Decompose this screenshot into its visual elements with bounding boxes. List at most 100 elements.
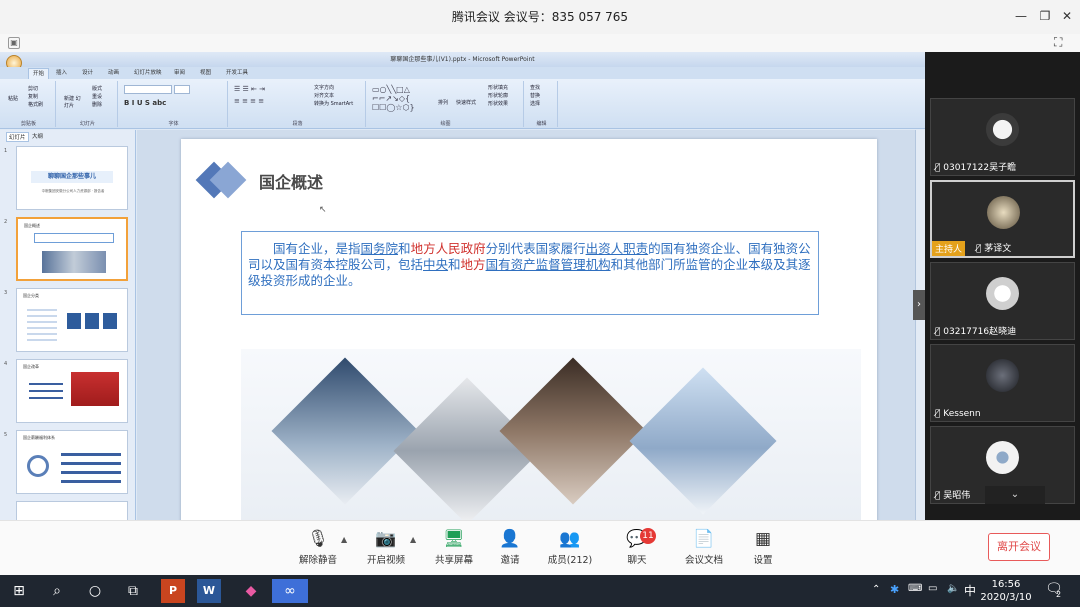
format-painter-button[interactable]: 格式刷	[28, 101, 43, 108]
tab-developer[interactable]: 开发工具	[222, 68, 252, 79]
taskbar-clock[interactable]: 16:56 2020/3/10	[980, 578, 1032, 604]
tencent-meeting-icon[interactable]: ∞	[272, 579, 308, 603]
shape-effects-button[interactable]: 形状效果	[488, 100, 508, 107]
quick-styles-button[interactable]: 快速样式	[456, 99, 476, 106]
restore-icon[interactable]: ❐	[1038, 9, 1052, 23]
thumbnail-photo	[71, 372, 119, 406]
tab-home[interactable]: 开始	[28, 68, 50, 79]
add-user-icon: 👤	[499, 529, 521, 549]
participant-tile[interactable]: 🎙̸ 03017122吴子瞻	[930, 98, 1075, 176]
scroll-down-icon[interactable]: ⌄	[985, 486, 1045, 504]
meeting-docs-button[interactable]: 📄 会议文档	[674, 529, 734, 566]
powerpoint-icon[interactable]: P	[161, 579, 185, 603]
shapes-gallery-icon[interactable]: ▭○╲╲□△ ⌐⌐↗↘◇{☐☐◯☆⬡}	[372, 85, 415, 112]
search-icon[interactable]: ⌕	[42, 579, 72, 603]
collapse-gallery-icon[interactable]: ›	[913, 290, 925, 320]
shape-fill-button[interactable]: 形状填充	[488, 84, 508, 91]
font-size-select[interactable]	[174, 85, 190, 94]
slide-thumbnail[interactable]	[16, 501, 128, 520]
replace-button[interactable]: 替换	[530, 92, 540, 99]
paste-button[interactable]: 粘贴	[8, 95, 18, 102]
participant-name-text: 茅译文	[984, 244, 1012, 254]
tray-app-icon[interactable]: ✱	[890, 583, 899, 596]
ime-indicator[interactable]: 中	[964, 582, 976, 599]
word-icon[interactable]: W	[197, 579, 221, 603]
ribbon-group-label: 绘图	[440, 121, 451, 127]
fullscreen-icon[interactable]: ⛶	[1054, 35, 1062, 50]
layout-button[interactable]: 版式	[92, 85, 102, 92]
ribbon-group-paragraph: ☰ ☰ ⇤ ⇥ ≡ ≡ ≡ ≡ 文字方向 对齐文本 转换为 SmartArt 段…	[230, 81, 366, 127]
cut-button[interactable]: 剪切	[28, 85, 38, 92]
video-options-icon[interactable]: ▲	[410, 535, 416, 544]
bullets-icon[interactable]: ☰ ☰ ⇤ ⇥	[234, 85, 265, 93]
participant-name: 🎙̸ 03217716赵晓迪	[935, 324, 1016, 337]
unmute-button[interactable]: 🎙 解除静音	[288, 529, 348, 566]
tray-expand-icon[interactable]: ⌃	[872, 584, 880, 595]
slide-scrollbar[interactable]	[915, 130, 925, 520]
pane-tab-outline[interactable]: 大纲	[32, 132, 43, 140]
align-text-button[interactable]: 对齐文本	[314, 92, 334, 99]
windows-start-icon[interactable]: ⊞	[4, 579, 34, 603]
cortana-icon[interactable]: ○	[80, 579, 110, 603]
tab-animation[interactable]: 动画	[104, 68, 123, 79]
participant-name: 🎙̸ Kessenn	[935, 409, 981, 419]
tab-design[interactable]: 设计	[78, 68, 97, 79]
bold-icon[interactable]: B I U S abc	[124, 99, 166, 107]
members-button[interactable]: 👥 成员(212)	[540, 529, 600, 566]
chat-button[interactable]: 💬 聊天	[607, 529, 667, 566]
slide-thumbnail[interactable]: 国企薪酬福利体系	[16, 430, 128, 494]
tab-insert[interactable]: 插入	[52, 68, 71, 79]
align-icon[interactable]: ≡ ≡ ≡ ≡	[234, 97, 264, 105]
delete-button[interactable]: 删除	[92, 101, 102, 108]
tray-network-icon[interactable]: ⌨	[908, 583, 922, 594]
share-screen-button[interactable]: 🖥 共享屏幕	[424, 529, 484, 566]
thumbnail-number: 1	[4, 148, 8, 154]
tab-slideshow[interactable]: 幻灯片放映	[130, 68, 166, 79]
tab-view[interactable]: 视图	[196, 68, 215, 79]
new-slide-button[interactable]: 新建 幻灯片	[64, 95, 84, 109]
ribbon-group-editing: 查找 替换 选择 编辑	[526, 81, 558, 127]
meeting-title: 腾讯会议 会议号：835 057 765	[451, 10, 629, 24]
app-icon[interactable]: ◆	[236, 579, 266, 603]
select-button[interactable]: 选择	[530, 100, 540, 107]
shared-screen: 聊聊国企那些事儿(V1).pptx - Microsoft PowerPoint…	[0, 52, 925, 520]
shield-icon[interactable]: ▣	[8, 37, 20, 49]
tab-review[interactable]: 审阅	[170, 68, 189, 79]
invite-button[interactable]: 👤 邀请	[480, 529, 540, 566]
slide-body-textbox[interactable]: 国有企业，是指国务院和地方人民政府分别代表国家履行出资人职责的国有独资企业、国有…	[241, 231, 819, 315]
meeting-docs-label: 会议文档	[684, 555, 723, 566]
start-video-button[interactable]: 📷 开启视频	[356, 529, 416, 566]
participant-tile-active[interactable]: 主持人 🎙̸ 茅译文	[930, 180, 1075, 258]
participant-tile[interactable]: 🎙̸ 03217716赵晓迪	[930, 262, 1075, 340]
shape-outline-button[interactable]: 形状轮廓	[488, 92, 508, 99]
participant-name: 🎙̸ 03017122吴子瞻	[935, 160, 1016, 173]
slide-thumbnail[interactable]: 聊聊国企那些事儿 中粮集团安徽分公司人力资源部 · 报告者	[16, 146, 128, 210]
copy-button[interactable]: 复制	[28, 93, 38, 100]
arrange-button[interactable]: 排列	[438, 99, 448, 106]
settings-button[interactable]: ▦ 设置	[733, 529, 793, 566]
invite-label: 邀请	[500, 555, 520, 566]
slide-thumbnail-selected[interactable]: 国企概述	[16, 217, 128, 281]
text-direction-button[interactable]: 文字方向	[314, 84, 334, 91]
minimize-icon[interactable]: —	[1014, 9, 1028, 23]
participant-tile[interactable]: 🎙̸ Kessenn	[930, 344, 1075, 422]
mic-off-icon: 🎙	[307, 529, 329, 549]
camera-off-icon: 📷	[375, 529, 397, 549]
pane-tab-slides[interactable]: 幻灯片	[6, 132, 29, 142]
font-name-select[interactable]	[124, 85, 172, 94]
leave-meeting-button[interactable]: 离开会议	[988, 533, 1050, 561]
ppt-ribbon: 粘贴 剪切 复制 格式刷 剪贴板 新建 幻灯片 版式 重设 删除 幻灯片 B I…	[0, 79, 925, 129]
reset-button[interactable]: 重设	[92, 93, 102, 100]
slide-thumbnail[interactable]: 国企分类	[16, 288, 128, 352]
tray-volume-icon[interactable]: 🔈	[947, 583, 959, 594]
close-icon[interactable]: ✕	[1060, 9, 1074, 23]
smartart-button[interactable]: 转换为 SmartArt	[314, 100, 353, 107]
slide-thumbnail[interactable]: 国企改革	[16, 359, 128, 423]
find-button[interactable]: 查找	[530, 84, 540, 91]
current-slide[interactable]: 国企概述 ↖ 国有企业，是指国务院和地方人民政府分别代表国家履行出资人职责的国有…	[181, 139, 877, 520]
avatar	[986, 277, 1019, 310]
mic-options-icon[interactable]: ▲	[341, 535, 347, 544]
tray-battery-icon[interactable]: ▭	[928, 583, 937, 594]
ribbon-group-label: 剪贴板	[20, 121, 36, 127]
task-view-icon[interactable]: ⧉	[118, 579, 148, 603]
